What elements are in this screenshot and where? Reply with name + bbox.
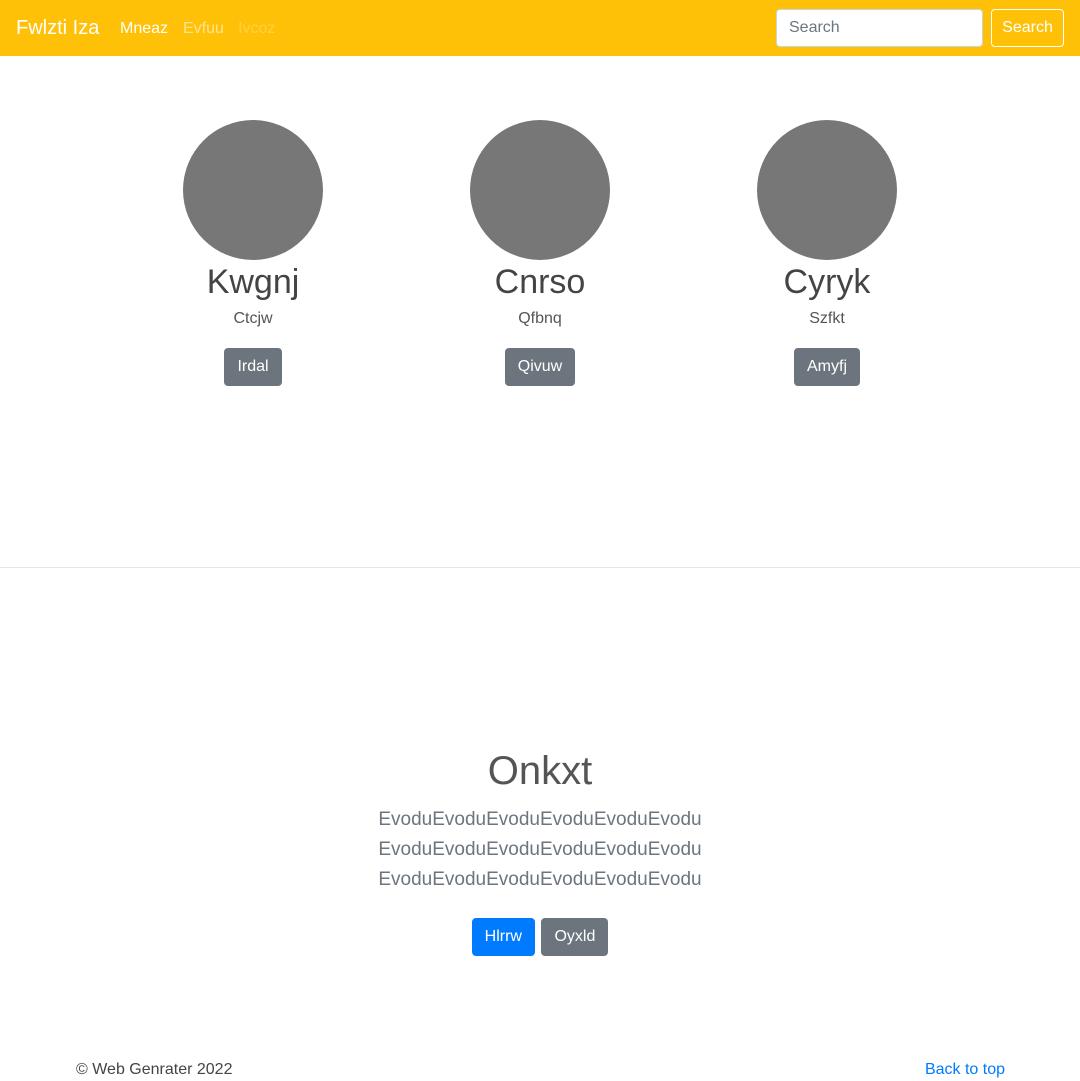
nav-link-3[interactable]: Ivcoz [238,19,275,39]
nav-link-1[interactable]: Mneaz [120,19,168,39]
search-button[interactable]: Search [991,9,1064,47]
hero-text: EvoduEvoduEvoduEvoduEvoduEvoduEvoduEvodu… [378,809,702,890]
profile-subtitle: Qfbnq [518,310,562,327]
profile-button[interactable]: Irdal [224,348,282,386]
profile-name: Cyryk [783,263,871,301]
profile-card: Kwgnj Ctcjw Irdal [103,120,403,386]
top-navbar: Fwlzti Iza Mneaz Evfuu Ivcoz Search [0,0,1080,56]
hero-section: Onkxt EvoduEvoduEvoduEvoduEvoduEvoduEvod… [0,745,1080,956]
hero-secondary-button[interactable]: Oyxld [541,918,609,956]
profile-subtitle: Szfkt [809,310,845,327]
profile-button[interactable]: Amyfj [794,348,860,386]
profile-subtitle: Ctcjw [233,310,273,327]
nav-link-2[interactable]: Evfuu [183,19,224,39]
hero-title: Onkxt [487,749,593,793]
brand-link[interactable]: Fwlzti Iza [16,16,99,40]
profile-card: Cnrso Qfbnq Qivuw [390,120,690,386]
footer-copyright: © Web Genrater 2022 [76,1061,233,1078]
profile-name: Kwgnj [206,263,300,301]
avatar [757,120,897,260]
section-divider [0,567,1080,568]
back-to-top-link[interactable]: Back to top [925,1060,1005,1080]
hero-primary-button[interactable]: Hlrrw [471,918,535,956]
search-input[interactable] [776,9,983,47]
profile-card: Cyryk Szfkt Amyfj [677,120,977,386]
avatar [470,120,610,260]
hero-actions: Hlrrw Oyxld [0,918,1080,956]
profile-button[interactable]: Qivuw [504,348,576,386]
profile-name: Cnrso [494,263,586,301]
avatar [183,120,323,260]
